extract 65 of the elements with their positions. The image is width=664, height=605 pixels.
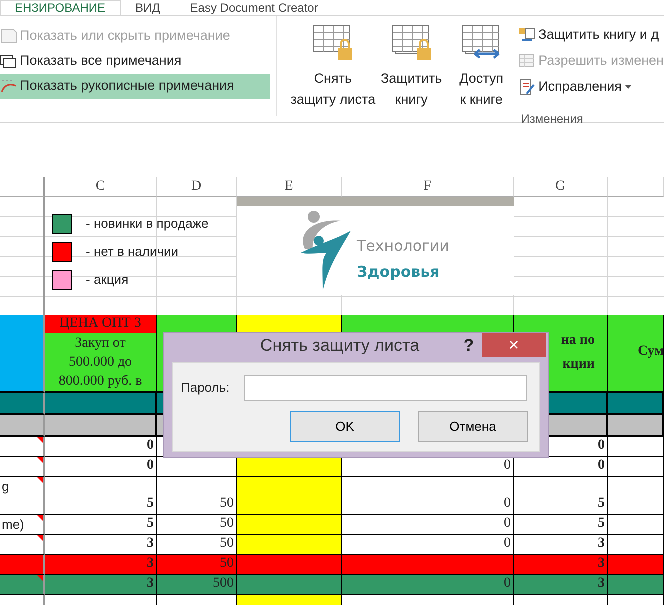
cell-text: 50 [220,495,234,513]
note-icon [0,28,17,45]
cell-text: 0 [504,535,511,553]
price-title: ЦЕНА ОПТ 3 [45,315,156,333]
ribbon-tab[interactable]: ЕНЗИРОВАНИЕ [0,0,121,15]
ribbon-button[interactable]: Защитить книгу [378,16,446,110]
caret-icon [624,85,632,89]
cell-text: 0 [598,457,605,475]
cell-text: g [2,478,10,496]
cell-text: 0 [504,495,511,513]
document-pen-icon [518,78,536,96]
cell-text: 50 [220,555,234,573]
cell-text: 0 [147,457,154,475]
dialog-title: Снять защиту листа [259,335,421,358]
dialog-button[interactable]: Отмена [418,411,528,442]
cell-text: 3 [598,555,605,573]
ribbon-tab[interactable]: Easy Document Creator [175,0,334,15]
cell-text: 50 [220,535,234,553]
ribbon-button[interactable]: Исправления [518,74,664,100]
help-button[interactable]: ? [456,333,482,359]
ribbon-button[interactable]: Доступ к книге [448,16,516,110]
price-description: Закуп от 500.000 до 800.000 руб. в [58,335,144,391]
ribbon-button[interactable]: Снять защиту листа [290,16,376,110]
cell-text: 0 [504,575,511,593]
ribbon-tab[interactable]: ВИД [120,0,176,15]
cell-text: 5 [598,515,605,533]
table-cell [608,393,664,415]
legend-label: - нет в наличии [86,243,179,262]
comment-command[interactable]: Показать все примечания [0,49,270,74]
cell-text: me) [2,516,24,534]
cell-text: 0 [504,515,511,533]
table-cell [0,393,45,415]
cell-text: 0 [598,437,605,455]
locked-sheet-icon [312,24,354,62]
figure-emblem-icon [301,210,351,290]
logo-text: Здоровья [357,262,441,282]
table-cell [608,415,664,437]
dialog-button[interactable]: OK [290,411,400,442]
cell-text: 0 [147,437,154,455]
cell-text: 3 [598,535,605,553]
cell-text: 5 [598,495,605,513]
sheet-grid[interactable]: - новинки в продаже - нет в наличии - акция Технологии Здоровья [0,197,664,315]
logo-text: Технологии [357,236,450,256]
notes-icon [0,53,17,70]
password-field[interactable] [244,375,527,401]
cell-text: 50 [220,515,234,533]
cell-text: 5 [147,515,154,533]
comment-command[interactable]: Показать рукописные примечания [0,74,270,99]
cell-text: 3 [147,555,154,573]
locked-book-icon [390,24,433,62]
pen-stroke-icon [0,78,17,95]
cell-text: 5 [147,495,154,513]
sheet-edit-icon [518,52,536,70]
legend-label: - акция [86,271,129,290]
close-button[interactable]: × [482,333,546,357]
ribbon-button[interactable]: Защитить книгу и д [518,22,664,48]
lock-book-icon [518,26,536,44]
field-label: Пароль: [181,379,230,398]
cell-text: 500 [213,575,234,593]
group-label: Изменения [521,111,584,128]
cell-text: 3 [147,535,154,553]
legend-label: - новинки в продаже [86,215,209,234]
cell-text: 0 [504,457,511,475]
cell-text: 3 [598,575,605,593]
cell-text: 3 [147,575,154,593]
